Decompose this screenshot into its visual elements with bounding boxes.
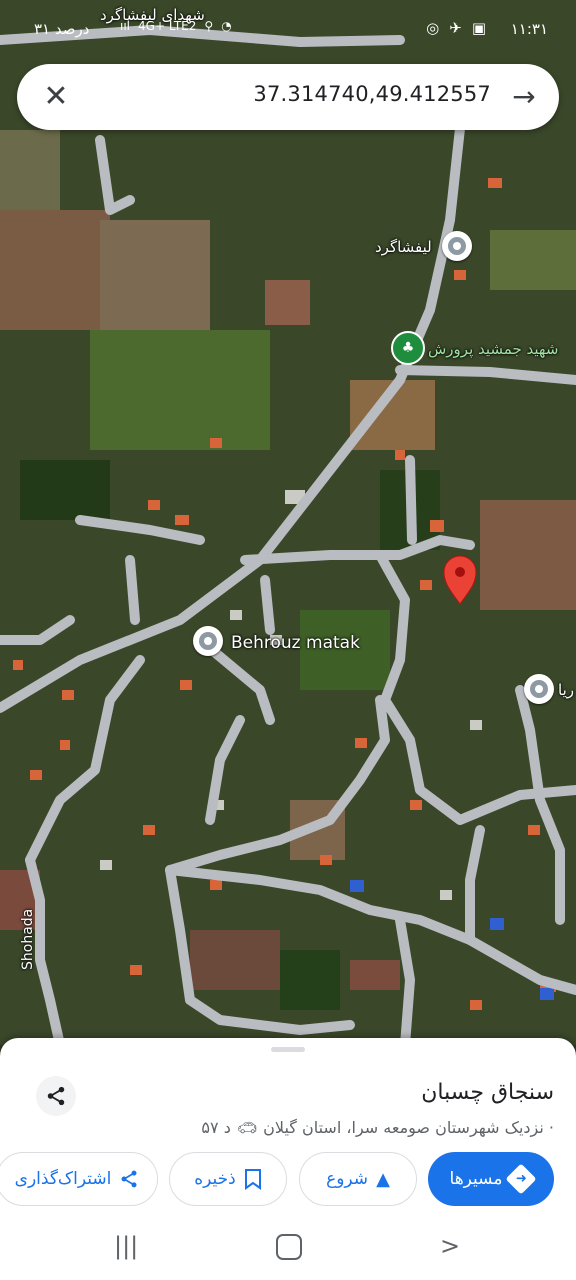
home-icon[interactable] (276, 1234, 302, 1260)
back-icon[interactable]: > (440, 1232, 460, 1260)
start-button[interactable]: شروع ▲ (299, 1152, 417, 1206)
directions-icon: ➜ (505, 1163, 538, 1195)
map-label-lifshagerd[interactable]: لیفشاگرد (375, 238, 432, 256)
save-button[interactable]: ذخیره (169, 1152, 287, 1206)
drag-handle[interactable] (271, 1047, 305, 1052)
map-label-right-edge[interactable]: ریا (558, 681, 574, 699)
save-label: ذخیره (194, 1169, 236, 1189)
network-type: 4G+ LTE2 (138, 19, 197, 33)
share-label: اشتراک‌گذاری (14, 1169, 112, 1189)
search-query-text[interactable]: 37.314740,49.412557 (253, 82, 491, 106)
car-icon: 🚗︎ (236, 1118, 258, 1137)
map-label-behrouz[interactable]: Behrouz matak (231, 633, 360, 653)
instagram-icon: ◎ (426, 19, 440, 37)
system-nav-bar: ||| > (0, 1210, 576, 1280)
place-address: نزدیک شهرستان صومعه سرا، استان گیلان · (263, 1118, 554, 1137)
start-label: شروع (326, 1169, 369, 1189)
park-pin-icon[interactable]: ♣ (391, 331, 425, 365)
directions-button[interactable]: مسیرها ➜ (428, 1152, 554, 1206)
battery-text: ۳۱ درصد (34, 20, 90, 38)
bookmark-icon (244, 1169, 261, 1190)
directions-label: مسیرها (449, 1169, 503, 1189)
place-title: سنجاق چسبان (421, 1080, 554, 1105)
road-label-shohada: Shohada (20, 908, 36, 970)
drive-time: ۵۷ د (201, 1118, 231, 1137)
share-icon (47, 1086, 65, 1106)
map-canvas (0, 0, 576, 1045)
satellite-map[interactable]: شهدای لیفشاگرد لیفشاگرد ♣ شهید جمشید پرو… (0, 0, 576, 1045)
place-pin-icon[interactable] (193, 626, 223, 656)
status-bar: ۳۱ درصد ııl 4G+ LTE2 ⚲ ◔ ◎ ✈ ▣ ۱۱:۳۱ (0, 0, 576, 60)
gallery-icon: ▣ (471, 19, 486, 37)
arrow-right-icon[interactable]: → (507, 80, 541, 114)
share-circle-button[interactable] (36, 1076, 76, 1116)
place-subtitle: ۵۷ د 🚗︎ نزدیک شهرستان صومعه سرا، استان گ… (201, 1118, 554, 1137)
location-icon: ⚲ (204, 19, 214, 33)
search-bar[interactable]: ✕ 37.314740,49.412557 → (17, 64, 559, 130)
close-icon[interactable]: ✕ (39, 80, 73, 114)
share-icon (121, 1170, 137, 1188)
clock: ۱۱:۳۱ (510, 20, 548, 38)
notification-icon: ✈ (449, 19, 462, 37)
place-pin-icon[interactable] (524, 674, 554, 704)
navigation-arrow-icon: ▲ (376, 1168, 390, 1190)
map-label-shahid-jamshid[interactable]: شهید جمشید پرورش (428, 340, 558, 358)
alarm-icon: ◔ (221, 19, 232, 33)
place-pin-icon[interactable] (442, 231, 472, 261)
share-button[interactable]: اشتراک‌گذاری (0, 1152, 158, 1206)
signal-icon: ııl (120, 19, 131, 33)
recent-apps-icon[interactable]: ||| (114, 1232, 138, 1260)
